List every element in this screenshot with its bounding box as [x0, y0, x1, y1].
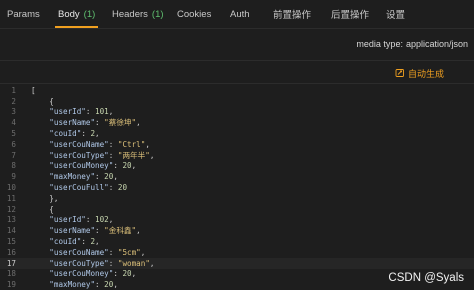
code-line[interactable]: 15 "couId": 2, [0, 236, 474, 247]
line-number: 17 [6, 258, 16, 268]
line-number: 3 [11, 107, 16, 117]
tab-body-count: (1) [83, 8, 96, 20]
api-request-panel: Params Body (1) Headers (1) Cookies Auth… [0, 0, 474, 290]
code-line[interactable]: 7 "userCouType": "两年半", [0, 150, 474, 161]
code-line[interactable]: 3 "userId": 101, [0, 107, 474, 118]
code-text: [ [31, 85, 36, 95]
code-line[interactable]: 10 "userCouFull": 20 [0, 182, 474, 193]
line-number: 16 [6, 247, 16, 257]
line-number: 12 [6, 204, 16, 214]
media-row-divider [0, 60, 474, 61]
code-text: "userCouMoney": 20, [49, 269, 137, 279]
tab-headers-label: Headers [112, 8, 148, 20]
line-number: 5 [11, 129, 16, 139]
line-number: 15 [6, 237, 16, 247]
line-number: 8 [11, 161, 16, 171]
tab-cookies[interactable]: Cookies [177, 0, 211, 28]
code-line[interactable]: 11 }, [0, 193, 474, 204]
code-line[interactable]: 1[ [0, 85, 474, 96]
tab-params[interactable]: Params [7, 0, 40, 28]
code-text: "userCouType": "woman", [49, 258, 155, 268]
code-line[interactable]: 4 "userName": "蔡徐坤", [0, 117, 474, 128]
code-text: "userName": "金科鑫", [49, 226, 141, 236]
tab-post-operations-label: 后置操作 [331, 10, 370, 21]
tab-headers[interactable]: Headers (1) [112, 0, 164, 28]
code-text: "userCouName": "5cm", [49, 247, 146, 257]
tab-pre-operations-label: 前置操作 [273, 10, 312, 21]
line-number: 4 [11, 118, 16, 128]
line-number: 7 [11, 150, 16, 160]
code-line[interactable]: 2 { [0, 96, 474, 107]
code-text: "userId": 101, [49, 107, 114, 117]
code-line[interactable]: 16 "userCouName": "5cm", [0, 247, 474, 258]
code-line[interactable]: 8 "userCouMoney": 20, [0, 161, 474, 172]
line-number: 10 [6, 183, 16, 193]
tab-pre-operations[interactable]: 前置操作 [273, 0, 311, 28]
code-text: "maxMoney": 20, [49, 172, 118, 182]
code-line[interactable]: 14 "userName": "金科鑫", [0, 225, 474, 236]
watermark: CSDN @Syals [388, 272, 464, 284]
tab-bar-divider [0, 28, 474, 29]
code-line[interactable]: 5 "couId": 2, [0, 128, 474, 139]
tab-cookies-label: Cookies [177, 8, 212, 20]
code-text: { [31, 204, 54, 214]
code-text: "maxMoney": 20, [49, 280, 118, 290]
line-number: 14 [6, 226, 16, 236]
code-text: "userCouMoney": 20, [49, 161, 137, 171]
code-text: "userCouFull": 20 [49, 183, 128, 193]
tab-body-label: Body [58, 8, 80, 20]
code-text: }, [31, 193, 59, 203]
line-number: 9 [11, 172, 16, 182]
line-number: 11 [6, 193, 16, 203]
code-text: "couId": 2, [49, 237, 100, 247]
magic-wand-icon [395, 68, 405, 78]
media-type-value: application/json [405, 39, 468, 49]
code-text: "userName": "蔡徐坤", [49, 118, 141, 128]
code-line[interactable]: 17 "userCouType": "woman", [0, 257, 474, 269]
code-line[interactable]: 6 "userCouName": "Ctrl", [0, 139, 474, 150]
tab-post-operations[interactable]: 后置操作 [331, 0, 369, 28]
media-type-selector[interactable]: media type: application/json [356, 39, 468, 53]
media-type-label: media type: [356, 39, 403, 49]
code-text: "userCouType": "两年半", [49, 150, 155, 160]
tab-settings[interactable]: 设置 [386, 0, 405, 28]
tab-settings-label: 设置 [386, 10, 406, 21]
auto-generate-button[interactable]: 自动生成 [395, 66, 444, 80]
auto-generate-label: 自动生成 [407, 68, 444, 79]
code-text: "couId": 2, [49, 129, 100, 139]
tab-auth[interactable]: Auth [230, 0, 250, 28]
tab-params-label: Params [7, 8, 40, 20]
code-text: "userId": 102, [49, 215, 114, 225]
tab-body[interactable]: Body (1) [54, 0, 99, 28]
tab-headers-count: (1) [151, 8, 164, 20]
line-number: 18 [6, 269, 16, 279]
code-line[interactable]: 13 "userId": 102, [0, 215, 474, 226]
line-number: 19 [6, 280, 16, 290]
line-number: 13 [6, 215, 16, 225]
tab-auth-label: Auth [230, 8, 250, 20]
code-line[interactable]: 9 "maxMoney": 20, [0, 171, 474, 182]
code-line[interactable]: 12 { [0, 204, 474, 215]
line-number: 6 [11, 139, 16, 149]
line-number: 2 [11, 96, 16, 106]
code-text: { [31, 96, 54, 106]
line-number: 1 [11, 85, 16, 95]
code-text: "userCouName": "Ctrl", [49, 139, 150, 149]
request-tab-bar: Params Body (1) Headers (1) Cookies Auth… [0, 0, 474, 28]
json-body-editor[interactable]: 1[2 {3 "userId": 101, 4 "userName": "蔡徐坤"… [0, 84, 474, 290]
